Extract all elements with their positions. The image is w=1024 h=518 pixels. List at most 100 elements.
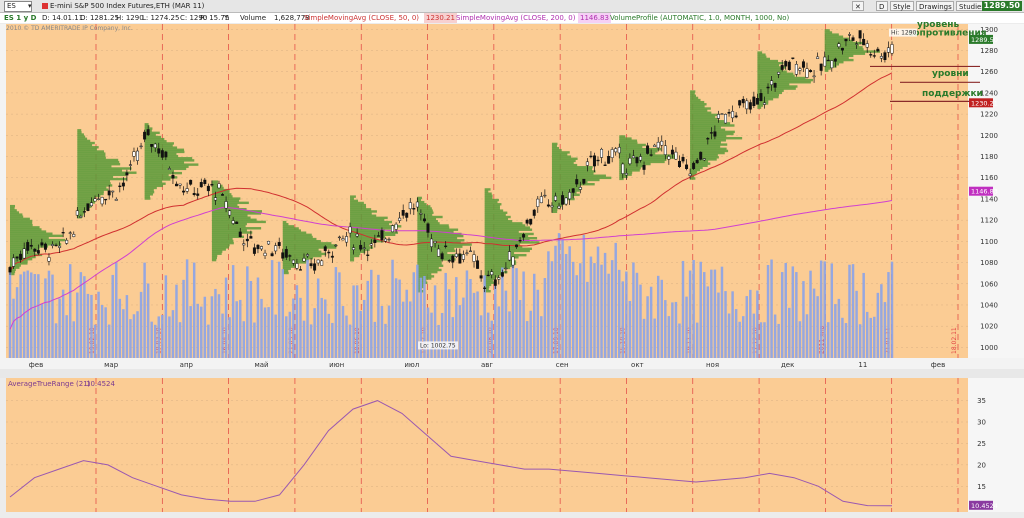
volume-profile-bar (10, 211, 20, 214)
candle-body (178, 183, 182, 186)
volume-bar (139, 291, 143, 358)
candle-body (387, 238, 391, 241)
volume-bar (341, 305, 345, 358)
candle-body (458, 253, 462, 264)
volume-bar (469, 279, 472, 358)
volume-profile-bar (211, 231, 253, 234)
volume-profile-bar (282, 244, 337, 247)
price-chart[interactable]: 1000102010401060108011001120114011601180… (0, 0, 1024, 518)
candle-body (97, 198, 101, 200)
candle-body (575, 179, 579, 185)
volume-profile-bar (144, 197, 151, 200)
candle-body (500, 272, 504, 277)
candle-body (628, 157, 632, 165)
volume-bar (231, 265, 235, 358)
volume-profile-bar (484, 207, 500, 210)
volume-profile-bar (211, 222, 247, 226)
volume-profile-bar (551, 182, 595, 186)
volume-bar (865, 311, 869, 358)
candle-body (440, 253, 444, 260)
volume-profile-bar (757, 104, 764, 107)
volume-profile-bar (757, 68, 783, 71)
volume-bar (812, 288, 816, 358)
candle-body (812, 75, 816, 78)
candle-body (270, 253, 274, 257)
candle-body (174, 183, 178, 187)
volume-profile-bar (211, 246, 229, 249)
candle-body (546, 204, 550, 207)
candle-body (515, 244, 519, 248)
candle-body (341, 238, 345, 241)
volume-bar (660, 279, 663, 358)
volume-bar (324, 299, 327, 358)
volume-profile-bar (757, 61, 784, 65)
volume-profile-bar (144, 159, 195, 162)
volume-profile-bar (144, 148, 185, 151)
volume-profile-bar (417, 264, 444, 267)
volume-bar (30, 272, 33, 358)
candle-body (472, 254, 476, 262)
volume-bar (632, 262, 635, 358)
volume-bar (200, 306, 203, 358)
volume-bar (586, 281, 589, 358)
volume-profile-bar (350, 195, 356, 198)
candle-body (809, 70, 813, 72)
candle-body (58, 245, 62, 248)
candle-body (554, 195, 557, 201)
volume-profile-bar (690, 166, 703, 170)
candle-body (585, 161, 589, 166)
volume-bar (780, 272, 784, 358)
volume-bar (97, 291, 100, 358)
candle-body (617, 147, 621, 154)
volume-bar (883, 302, 887, 358)
volume-bar (51, 274, 54, 358)
volume-bar (830, 263, 834, 358)
volume-bar (366, 280, 369, 358)
volume-bar (603, 252, 607, 358)
candle-body (631, 155, 635, 159)
volume-bar (239, 299, 242, 358)
candle-body (260, 246, 263, 250)
candle-body (221, 194, 225, 196)
volume-profile-bar (484, 194, 493, 198)
atr-panel-bg (6, 378, 968, 512)
volume-profile-bar (10, 221, 33, 225)
volume-bar (688, 270, 692, 358)
candle-body (89, 202, 93, 207)
volume-bar (745, 296, 749, 358)
volume-bar (150, 321, 153, 358)
candle-body (391, 225, 395, 233)
volume-profile-bar (211, 256, 217, 260)
volume-profile-bar (144, 190, 155, 194)
candle-body (716, 114, 720, 119)
volume-bar (285, 316, 288, 358)
candle-body (217, 183, 221, 189)
volume-profile-bar (144, 188, 154, 192)
volume-bar (777, 323, 780, 358)
volume-profile-bar (350, 208, 372, 211)
candle-body (143, 131, 147, 140)
volume-bar (862, 272, 865, 358)
candle-body (224, 201, 228, 209)
candle-body (345, 236, 348, 243)
volume-bar (479, 315, 483, 358)
volume-profile-bar (690, 115, 716, 119)
volume-bar (504, 290, 508, 358)
volume-profile-bar (757, 102, 769, 105)
volume-profile-bar (824, 31, 833, 34)
volume-bar (409, 301, 412, 358)
volume-profile-bar (484, 205, 500, 208)
volume-bar (185, 259, 189, 358)
candle-body (150, 144, 154, 147)
volume-profile-bar (484, 222, 523, 225)
volume-profile-bar (417, 268, 442, 272)
candle-body (444, 245, 448, 247)
volume-bar (22, 271, 26, 358)
volume-bar (720, 266, 724, 358)
volume-profile-bar (77, 179, 111, 183)
candle-body (642, 164, 646, 170)
volume-profile-bar (690, 94, 696, 98)
candle-body (238, 231, 242, 237)
volume-bar (136, 311, 139, 358)
volume-bar (246, 266, 249, 358)
